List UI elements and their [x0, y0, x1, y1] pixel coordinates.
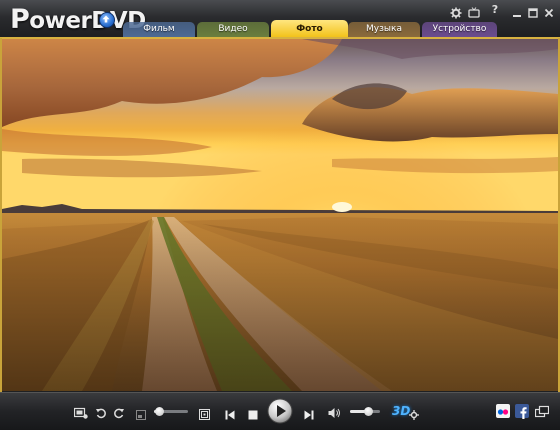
tab-1[interactable]: Видео — [197, 22, 269, 37]
logo-prefix: P — [10, 3, 30, 35]
powerdvd-window: PowerDVD Фильм Видео Фото Музыка Устройство … — [0, 0, 560, 430]
close-icon[interactable] — [543, 4, 555, 18]
zoom-out-icon[interactable] — [136, 405, 146, 424]
settings-gear-icon[interactable] — [450, 4, 462, 19]
previous-icon[interactable] — [225, 405, 235, 424]
tab-3[interactable]: Музыка — [348, 22, 420, 37]
zoom-slider-knob[interactable] — [155, 407, 164, 416]
maximize-icon[interactable] — [527, 4, 539, 18]
volume-icon[interactable] — [328, 404, 342, 423]
tab-4[interactable]: Устройство — [422, 22, 497, 37]
3d-settings-icon[interactable] — [409, 405, 419, 424]
zoom-in-icon[interactable] — [199, 405, 210, 424]
flickr-icon[interactable] — [496, 404, 510, 418]
tv-mode-icon[interactable] — [468, 4, 480, 18]
stop-icon[interactable] — [248, 405, 258, 424]
rotate-left-icon[interactable] — [95, 404, 107, 423]
tab-2[interactable]: Фото — [271, 20, 348, 37]
volume-slider-knob[interactable] — [364, 407, 373, 416]
rotate-right-icon[interactable] — [113, 404, 125, 423]
3d-label: 3D — [392, 404, 411, 418]
title-bar: PowerDVD Фильм Видео Фото Музыка Устройство … — [0, 0, 560, 38]
volume-slider[interactable] — [350, 407, 380, 416]
minimize-icon[interactable] — [511, 4, 523, 17]
landscape-photo — [2, 39, 558, 391]
3d-button[interactable]: 3D — [392, 404, 410, 418]
tab-0[interactable]: Фильм — [123, 22, 195, 37]
photo-viewer[interactable] — [2, 39, 558, 391]
display-mode-icon[interactable] — [534, 404, 550, 423]
upgrade-arrow-icon[interactable] — [99, 12, 115, 28]
help-label: ? — [491, 3, 499, 16]
play-icon[interactable] — [267, 398, 293, 428]
help-icon[interactable]: ? — [489, 4, 501, 16]
facebook-icon[interactable] — [515, 404, 529, 419]
slideshow-settings-icon[interactable] — [73, 404, 88, 423]
zoom-slider[interactable] — [154, 407, 188, 416]
next-icon[interactable] — [304, 405, 314, 424]
